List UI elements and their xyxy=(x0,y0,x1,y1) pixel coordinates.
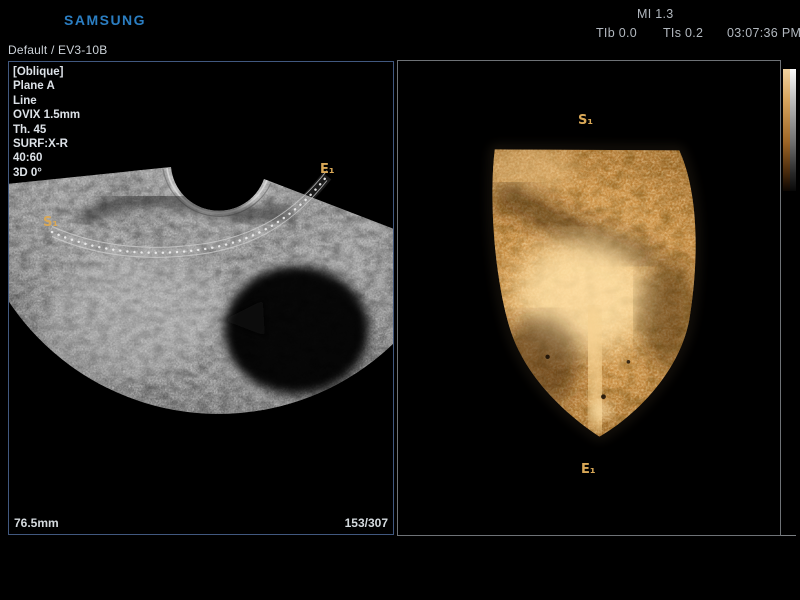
clock: 03:07:36 PM xyxy=(727,26,800,40)
trace-start-label: S₁ xyxy=(43,215,58,230)
amber-gradient-strip xyxy=(783,69,790,191)
anechoic-cyst xyxy=(223,266,369,394)
render-end-marker: E₁ xyxy=(581,462,596,477)
tib-index: TIb 0.0 xyxy=(596,26,637,40)
setting-ovix: OVIX 1.5mm xyxy=(13,108,80,122)
bottom-border-segment xyxy=(781,535,796,536)
tis-index: TIs 0.2 xyxy=(663,26,703,40)
cine-frame-counter: 153/307 xyxy=(345,516,388,530)
mi-index: MI 1.3 xyxy=(637,7,674,21)
ultrasound-screen: SAMSUNG MI 1.3 TIb 0.0 TIs 0.2 03:07:36 … xyxy=(0,0,800,600)
probe-preset-label: Default / EV3-10B xyxy=(8,43,107,57)
setting-mix-ratio: 40:60 xyxy=(13,151,80,165)
scan-depth-label: 76.5mm xyxy=(14,516,59,530)
trace-end-label: E₁ xyxy=(320,162,335,177)
setting-surface: SURF:X-R xyxy=(13,137,80,151)
render-colormap-bar xyxy=(783,69,796,191)
panel-2d-plane-a[interactable]: [Oblique] Plane A Line OVIX 1.5mm Th. 45… xyxy=(8,61,394,535)
render-settings-block: [Oblique] Plane A Line OVIX 1.5mm Th. 45… xyxy=(13,65,80,180)
setting-thickness: Th. 45 xyxy=(13,123,80,137)
gray-gradient-strip xyxy=(790,69,796,191)
setting-trace-type: Line xyxy=(13,94,80,108)
setting-mode: [Oblique] xyxy=(13,65,80,79)
samsung-logo: SAMSUNG xyxy=(64,12,146,28)
render-start-marker: S₁ xyxy=(578,113,593,128)
setting-3d-angle: 3D 0° xyxy=(13,166,80,180)
panel-3d-render[interactable]: S₁ E₁ xyxy=(397,60,781,536)
setting-plane: Plane A xyxy=(13,79,80,93)
